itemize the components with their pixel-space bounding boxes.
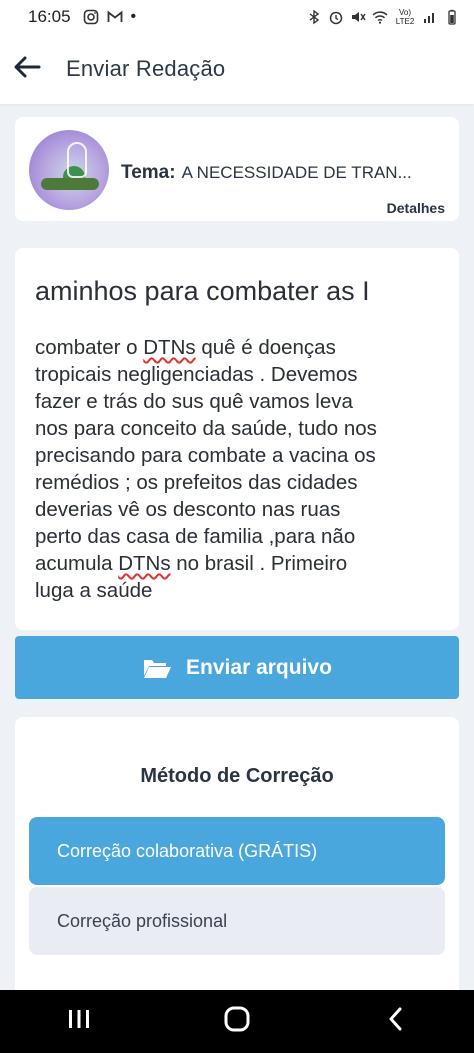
notification-icons: • [83, 8, 137, 26]
essay-text: perto das casa de familia ,para não [35, 525, 356, 548]
app-bar: Enviar Redação [0, 34, 474, 104]
gmail-icon [107, 9, 123, 25]
send-file-label: Enviar arquivo [186, 655, 332, 679]
correction-method-title: Método de Correção [140, 765, 334, 787]
essay-text: tropicais negligenciadas . Devemos [35, 363, 358, 386]
essay-text: remédios ; os prefeitos das cidades [35, 471, 358, 494]
status-dot: • [130, 8, 137, 25]
mute-icon [350, 9, 366, 25]
essay-text: quê é doenças [195, 336, 336, 359]
back-icon [386, 1006, 404, 1037]
essay-text: deverias vê os desconto nas ruas [35, 498, 341, 521]
system-nav-bar [0, 990, 474, 1053]
essay-line: acumula DTNs no brasil . Primeiro [35, 550, 445, 577]
details-link[interactable]: Detalhes [387, 200, 445, 216]
option-label: Correção colaborativa (GRÁTIS) [57, 840, 318, 861]
essay-line: perto das casa de familia ,para não [35, 523, 445, 550]
instagram-icon [83, 9, 99, 25]
recent-apps-icon [66, 1008, 92, 1035]
status-bar: 16:05 • Vo) LTE2 [0, 0, 474, 34]
theme-text: Tema: A NECESSIDADE DE TRAN... [121, 162, 441, 184]
theme-image [29, 130, 109, 210]
essay-text: luga a saúde [35, 579, 153, 602]
battery-icon [444, 9, 460, 25]
status-time: 16:05 [28, 7, 71, 26]
home-icon [223, 1005, 251, 1038]
back-button[interactable] [10, 52, 44, 86]
essay-title-text: aminhos para combater as I [35, 276, 370, 306]
lightbulb-shape [67, 142, 87, 178]
signal-icon [422, 9, 438, 25]
bluetooth-icon [306, 9, 322, 25]
essay-line: fazer e trás do sus quê vamos leva [35, 388, 445, 415]
essay-text: combater o [35, 336, 144, 359]
option-collaborative-correction[interactable]: Correção colaborativa (GRÁTIS) [29, 817, 445, 885]
essay-text: acumula [35, 552, 119, 575]
essay-line: nos para conceito da saúde, tudo nos [35, 415, 445, 442]
misspelled-word[interactable]: DTNs [118, 552, 170, 575]
essay-line: combater o DTNs quê é doenças [35, 334, 445, 361]
home-button[interactable] [207, 997, 267, 1047]
grass-shape [41, 178, 99, 190]
page-title: Enviar Redação [66, 56, 226, 81]
essay-card: aminhos para combater as I combater o DT… [15, 248, 459, 630]
essay-line: deverias vê os desconto nas ruas [35, 496, 445, 523]
nav-back-button[interactable] [365, 997, 425, 1047]
essay-text-area[interactable]: combater o DTNs quê é doenças tropicais n… [35, 334, 445, 604]
network-label: Vo) LTE2 [395, 8, 415, 26]
essay-text: precisando para combate a vacina os [35, 444, 376, 467]
wifi-icon [372, 9, 388, 25]
theme-label: Tema: [121, 162, 176, 183]
essay-line: remédios ; os prefeitos das cidades [35, 469, 445, 496]
essay-text: no brasil . Primeiro [170, 552, 348, 575]
option-label: Correção profissional [57, 910, 228, 931]
essay-text: nos para conceito da saúde, tudo nos [35, 417, 377, 440]
essay-text: fazer e trás do sus quê vamos leva [35, 390, 353, 413]
essay-line: precisando para combate a vacina os [35, 442, 445, 469]
essay-title-input[interactable]: aminhos para combater as I [35, 276, 440, 307]
folder-open-icon [142, 657, 172, 679]
theme-value: A NECESSIDADE DE TRAN... [181, 163, 412, 182]
misspelled-word[interactable]: DTNs [143, 336, 195, 359]
essay-line: tropicais negligenciadas . Devemos [35, 361, 445, 388]
alarm-icon [328, 9, 344, 25]
system-icons: Vo) LTE2 [306, 8, 460, 26]
send-file-button[interactable]: Enviar arquivo [15, 636, 459, 699]
theme-card: Tema: A NECESSIDADE DE TRAN... Detalhes [15, 117, 459, 221]
arrow-left-icon [13, 55, 41, 84]
correction-method-card: Método de Correção Correção colaborativa… [15, 717, 459, 997]
option-professional-correction[interactable]: Correção profissional [29, 887, 445, 955]
recent-apps-button[interactable] [49, 997, 109, 1047]
essay-line: luga a saúde [35, 577, 445, 604]
